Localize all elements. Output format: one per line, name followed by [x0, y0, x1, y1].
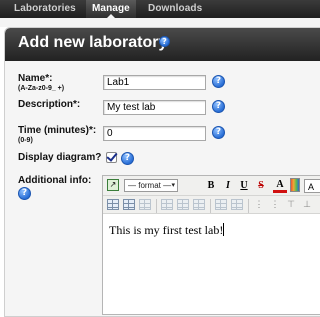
nav-strip: [0, 18, 320, 27]
table-properties-icon[interactable]: [123, 199, 135, 210]
merge-cells-icon[interactable]: ⋮: [269, 199, 281, 210]
split-cells-icon[interactable]: ⋮: [253, 199, 265, 210]
strikethrough-button[interactable]: S: [254, 179, 268, 193]
insert-row-after-icon[interactable]: [177, 199, 189, 210]
insert-row-icon[interactable]: [161, 199, 173, 210]
source-icon[interactable]: ↗: [107, 179, 119, 191]
help-icon[interactable]: ?: [212, 126, 225, 139]
font-size-select[interactable]: A: [304, 179, 320, 193]
editor-toolbar-row-2: ⋮ ⋮ ⊤ ⊥: [103, 196, 320, 214]
panel-header: Add new laboratory ?: [5, 28, 320, 61]
toolbar-separator: [210, 199, 211, 213]
name-hint: (A-Za-z0-9_ +): [18, 85, 65, 92]
delete-column-icon[interactable]: [231, 199, 243, 210]
time-field[interactable]: [103, 126, 206, 141]
top-navigation: Laboratories Manage Downloads: [0, 0, 320, 19]
help-icon[interactable]: ?: [18, 187, 31, 200]
panel-title: Add new laboratory: [18, 34, 168, 51]
additional-info-editor[interactable]: ↗ — format — ▾ B I U S A A ⋮ ⋮ ⊤ ⊥ This …: [102, 175, 320, 315]
time-label: Time (minutes)*:: [18, 125, 97, 136]
additional-info-label: Additional info:: [18, 175, 92, 186]
cell-split-icon[interactable]: ⊤: [285, 199, 297, 210]
help-icon[interactable]: ?: [212, 100, 225, 113]
cell-merge-icon[interactable]: ⊥: [301, 199, 313, 210]
tab-manage[interactable]: Manage: [86, 0, 136, 19]
highlight-color-icon[interactable]: [290, 178, 300, 192]
editor-content-text: This is my first test lab!: [109, 223, 224, 237]
help-icon[interactable]: ?: [159, 36, 170, 47]
help-icon[interactable]: ?: [212, 75, 225, 88]
format-select-value: — format —: [128, 181, 172, 190]
toolbar-separator: [248, 199, 249, 213]
chevron-down-icon: ▾: [171, 182, 175, 189]
help-icon[interactable]: ?: [121, 152, 134, 165]
text-caret: [223, 223, 225, 236]
editor-toolbar-row-1: ↗ — format — ▾ B I U S A A: [103, 176, 320, 196]
cell-properties-icon[interactable]: [139, 199, 151, 210]
editor-content[interactable]: This is my first test lab!: [109, 223, 225, 238]
display-diagram-label: Display diagram?: [18, 152, 102, 163]
toolbar-separator: [156, 199, 157, 213]
description-label: Description*:: [18, 99, 81, 110]
underline-button[interactable]: U: [237, 179, 251, 193]
tab-downloads[interactable]: Downloads: [142, 0, 208, 18]
bold-button[interactable]: B: [204, 179, 218, 193]
time-hint: (0-9): [18, 137, 33, 144]
name-label: Name*:: [18, 73, 53, 84]
name-field[interactable]: [103, 75, 206, 90]
display-diagram-checkbox[interactable]: [106, 152, 117, 163]
delete-row-icon[interactable]: [193, 199, 205, 210]
format-select[interactable]: — format — ▾: [124, 179, 178, 192]
tab-laboratories[interactable]: Laboratories: [8, 0, 82, 18]
description-field[interactable]: [103, 100, 206, 115]
table-icon[interactable]: [107, 199, 119, 210]
insert-column-icon[interactable]: [215, 199, 227, 210]
font-color-button[interactable]: A: [273, 178, 287, 193]
italic-button[interactable]: I: [221, 179, 235, 193]
